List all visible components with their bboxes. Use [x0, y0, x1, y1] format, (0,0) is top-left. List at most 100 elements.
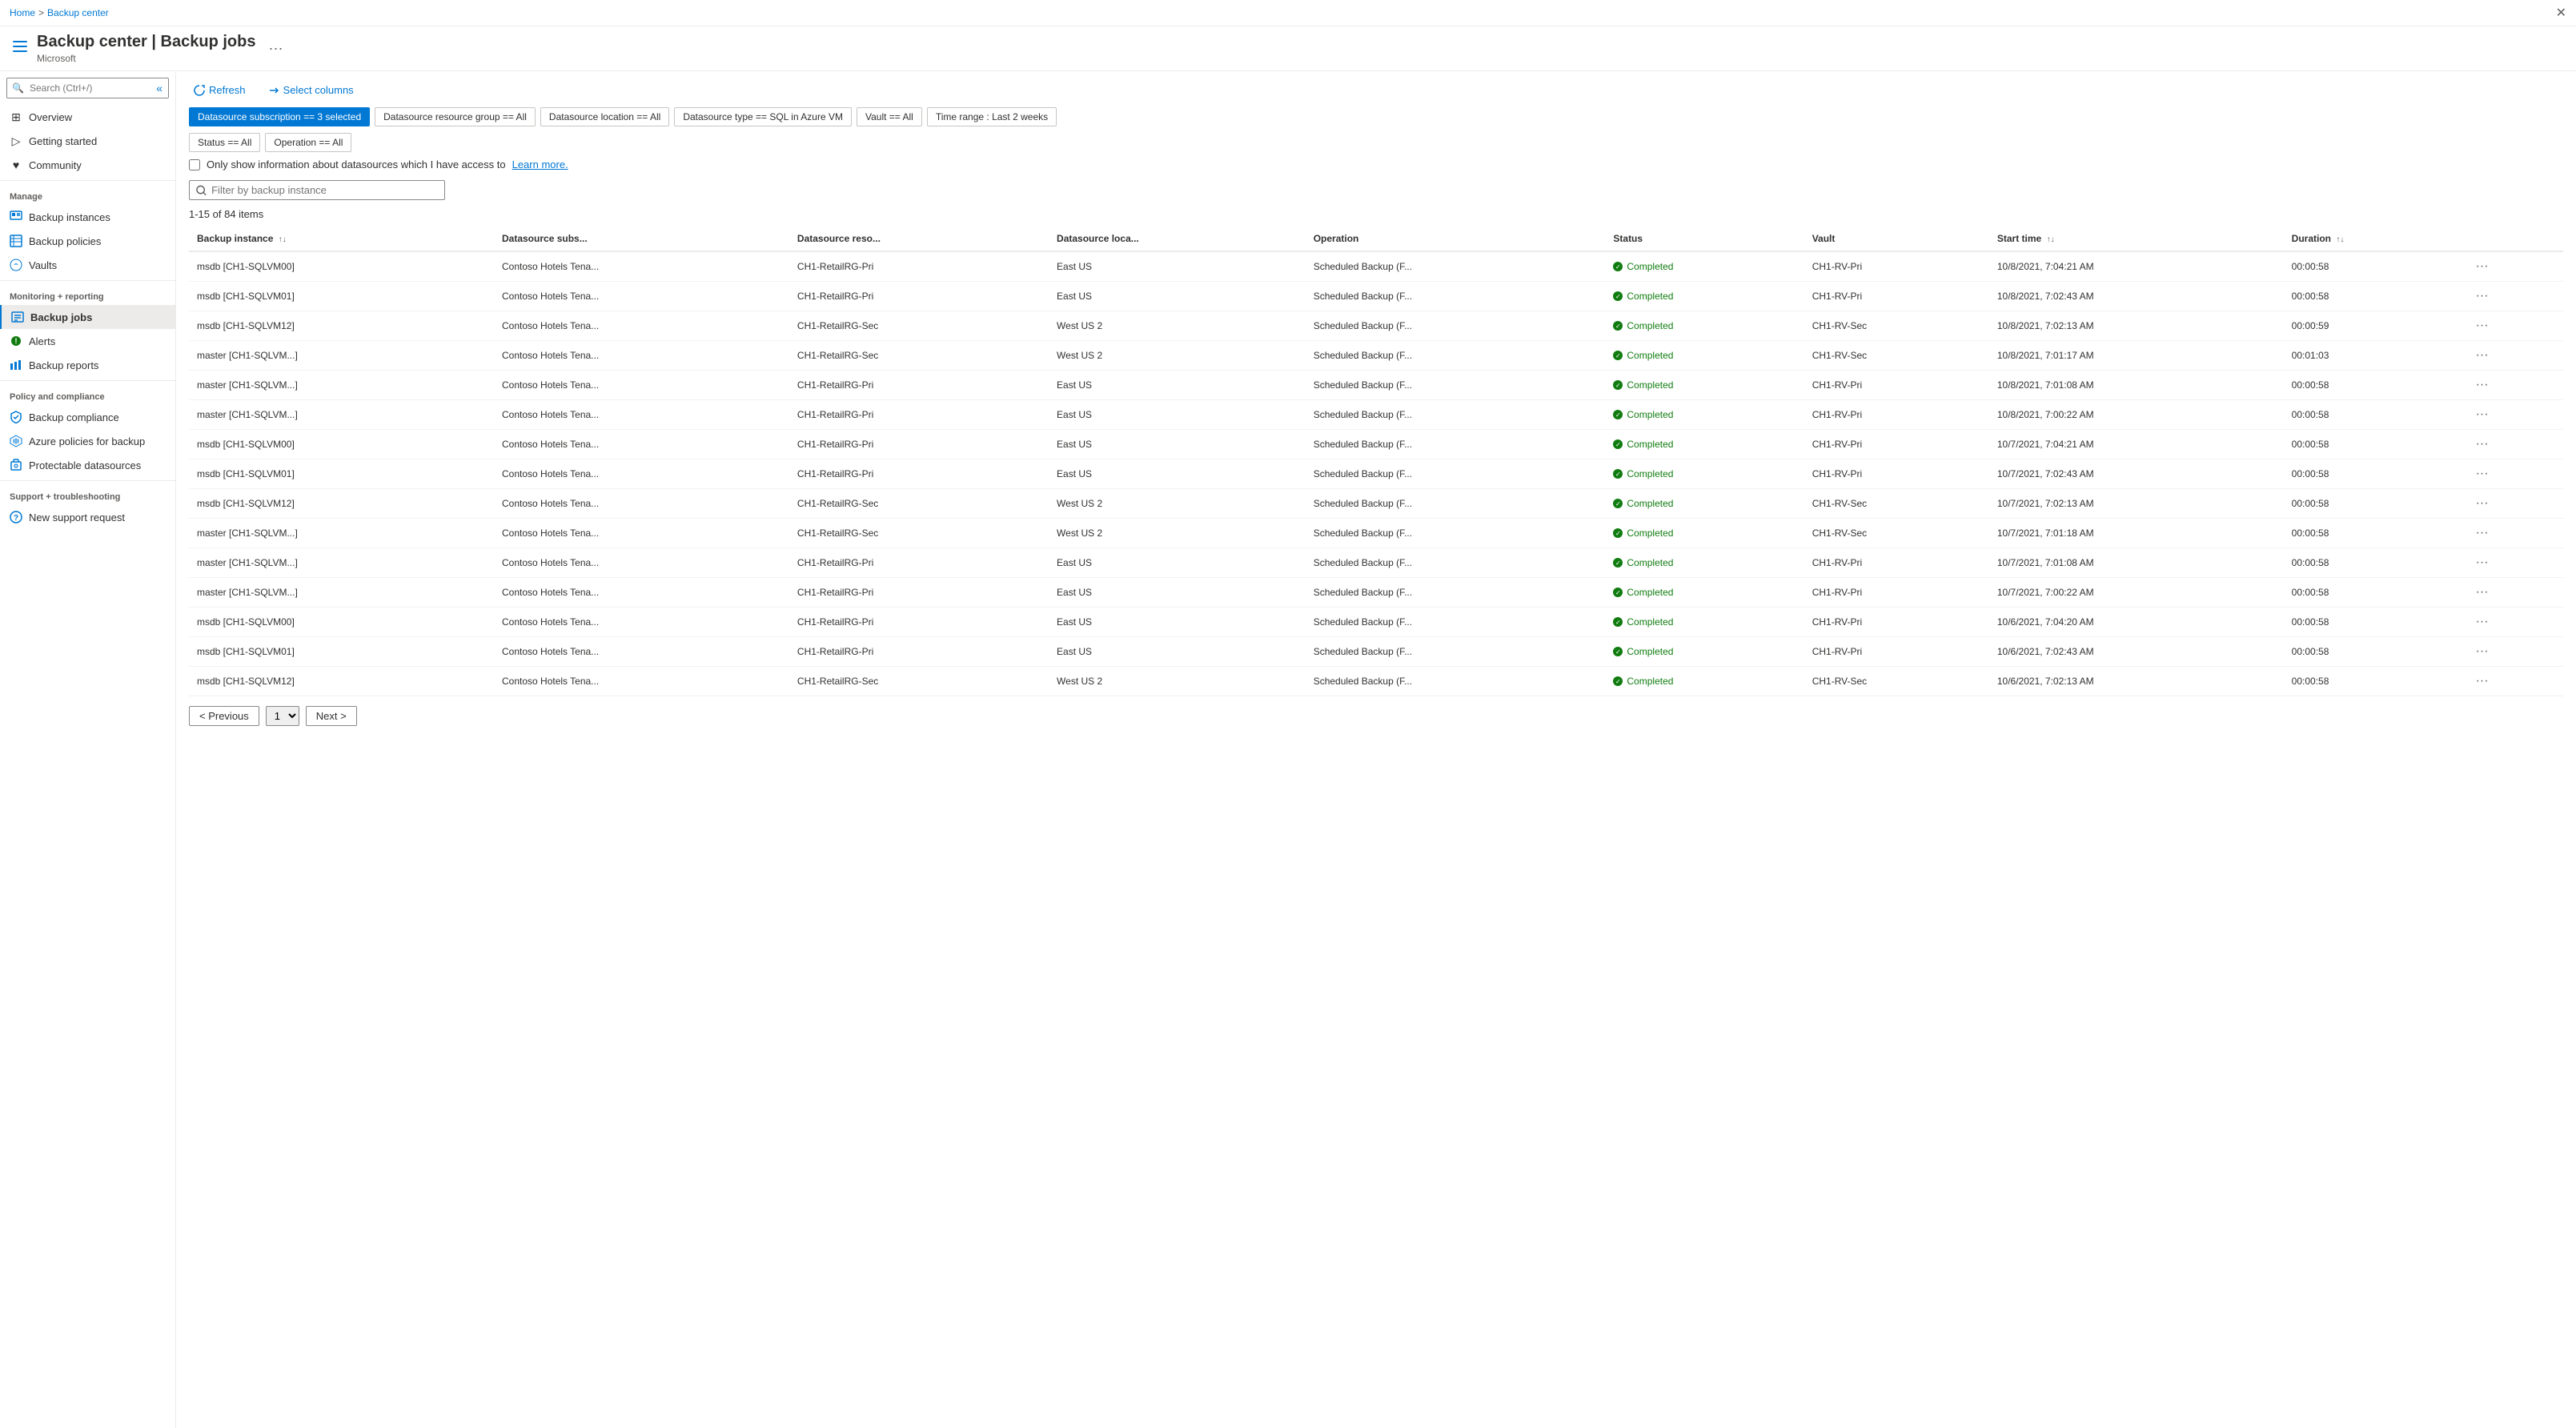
filter-vault[interactable]: Vault == All	[857, 107, 922, 126]
row-more-button[interactable]: ···	[2471, 406, 2494, 423]
col-start-time[interactable]: Start time ↑↓	[1989, 227, 2284, 251]
filter-datasource-subscription[interactable]: Datasource subscription == 3 selected	[189, 107, 370, 126]
filter-datasource-type[interactable]: Datasource type == SQL in Azure VM	[674, 107, 852, 126]
status-completed-dot	[1613, 558, 1623, 568]
cell-status: Completed	[1605, 578, 1804, 608]
cell-duration: 00:00:58	[2284, 430, 2463, 459]
sidebar-item-community[interactable]: ♥ Community	[0, 153, 175, 177]
sidebar-item-overview[interactable]: ⊞ Overview	[0, 105, 175, 129]
sidebar-item-protectable-datasources[interactable]: Protectable datasources	[0, 453, 175, 477]
cell-actions: ···	[2463, 430, 2563, 459]
col-datasource-reso[interactable]: Datasource reso...	[789, 227, 1049, 251]
sidebar: 🔍 « ⊞ Overview ▷ Getting started ♥ Commu…	[0, 71, 176, 1428]
row-more-button[interactable]: ···	[2471, 643, 2494, 660]
row-more-button[interactable]: ···	[2471, 495, 2494, 512]
refresh-button[interactable]: Refresh	[189, 81, 251, 99]
sidebar-item-backup-reports-label: Backup reports	[29, 359, 98, 371]
filter-datasource-resource-group[interactable]: Datasource resource group == All	[375, 107, 536, 126]
hamburger-icon[interactable]	[13, 39, 27, 58]
cell-backup-instance: msdb [CH1-SQLVM12]	[189, 489, 494, 519]
row-more-button[interactable]: ···	[2471, 287, 2494, 305]
new-support-request-icon: ?	[10, 511, 22, 523]
cell-start-time: 10/8/2021, 7:00:22 AM	[1989, 400, 2284, 430]
status-completed-dot	[1613, 262, 1623, 271]
sidebar-item-backup-jobs[interactable]: Backup jobs	[0, 305, 175, 329]
sidebar-item-backup-reports[interactable]: Backup reports	[0, 353, 175, 377]
cell-datasource-loca: East US	[1049, 282, 1306, 311]
status-badge: Completed	[1613, 676, 1796, 687]
col-status[interactable]: Status	[1605, 227, 1804, 251]
sidebar-item-vaults[interactable]: Vaults	[0, 253, 175, 277]
filter-time-range[interactable]: Time range : Last 2 weeks	[927, 107, 1057, 126]
sidebar-item-new-support-request[interactable]: ? New support request	[0, 505, 175, 529]
policy-section-label: Policy and compliance	[0, 384, 175, 405]
sidebar-item-alerts-label: Alerts	[29, 335, 55, 347]
status-completed-dot	[1613, 439, 1623, 449]
row-more-button[interactable]: ···	[2471, 435, 2494, 453]
datasource-access-checkbox[interactable]	[189, 159, 200, 170]
cell-actions: ···	[2463, 400, 2563, 430]
filter-operation[interactable]: Operation == All	[265, 133, 351, 152]
sidebar-item-backup-policies[interactable]: Backup policies	[0, 229, 175, 253]
sidebar-item-azure-policies[interactable]: Azure policies for backup	[0, 429, 175, 453]
learn-more-link[interactable]: Learn more.	[512, 158, 568, 170]
filter-status[interactable]: Status == All	[189, 133, 260, 152]
row-more-button[interactable]: ···	[2471, 524, 2494, 542]
more-options-icon[interactable]: ···	[268, 40, 283, 57]
col-duration[interactable]: Duration ↑↓	[2284, 227, 2463, 251]
close-button[interactable]: ✕	[2556, 5, 2566, 21]
cell-duration: 00:00:58	[2284, 459, 2463, 489]
col-vault[interactable]: Vault	[1804, 227, 1989, 251]
col-operation[interactable]: Operation	[1306, 227, 1606, 251]
table-row: msdb [CH1-SQLVM01] Contoso Hotels Tena..…	[189, 637, 2563, 667]
row-more-button[interactable]: ···	[2471, 554, 2494, 572]
sidebar-item-alerts[interactable]: ! Alerts	[0, 329, 175, 353]
table-wrapper: Backup instance ↑↓ Datasource subs... Da…	[189, 227, 2563, 696]
search-input[interactable]	[6, 78, 169, 98]
row-more-button[interactable]: ···	[2471, 584, 2494, 601]
row-more-button[interactable]: ···	[2471, 317, 2494, 335]
status-completed-dot	[1613, 676, 1623, 686]
breadcrumb: Home > Backup center	[10, 7, 109, 18]
status-completed-dot	[1613, 528, 1623, 538]
row-more-button[interactable]: ···	[2471, 376, 2494, 394]
row-more-button[interactable]: ···	[2471, 258, 2494, 275]
col-datasource-subs[interactable]: Datasource subs...	[494, 227, 789, 251]
collapse-sidebar-button[interactable]: «	[156, 82, 163, 94]
overview-icon: ⊞	[10, 110, 22, 123]
cell-vault: CH1-RV-Pri	[1804, 548, 1989, 578]
next-page-button[interactable]: Next >	[306, 706, 357, 726]
cell-datasource-reso: CH1-RetailRG-Sec	[789, 489, 1049, 519]
row-more-button[interactable]: ···	[2471, 672, 2494, 690]
breadcrumb-home[interactable]: Home	[10, 7, 35, 18]
page-subtitle: Microsoft	[37, 53, 255, 64]
row-more-button[interactable]: ···	[2471, 347, 2494, 364]
cell-datasource-subs: Contoso Hotels Tena...	[494, 578, 789, 608]
page-title: Backup center | Backup jobs	[37, 33, 255, 51]
sort-backup-instance-icon: ↑↓	[279, 235, 287, 244]
col-backup-instance[interactable]: Backup instance ↑↓	[189, 227, 494, 251]
breadcrumb-current[interactable]: Backup center	[47, 7, 109, 18]
sidebar-item-backup-instances[interactable]: Backup instances	[0, 205, 175, 229]
cell-backup-instance: msdb [CH1-SQLVM00]	[189, 430, 494, 459]
col-datasource-loca[interactable]: Datasource loca...	[1049, 227, 1306, 251]
cell-datasource-subs: Contoso Hotels Tena...	[494, 400, 789, 430]
cell-start-time: 10/7/2021, 7:02:43 AM	[1989, 459, 2284, 489]
sidebar-item-overview-label: Overview	[29, 111, 72, 123]
select-columns-button[interactable]: Select columns	[263, 81, 359, 99]
row-more-button[interactable]: ···	[2471, 465, 2494, 483]
filter-input[interactable]	[211, 184, 438, 196]
row-more-button[interactable]: ···	[2471, 613, 2494, 631]
sidebar-item-getting-started[interactable]: ▷ Getting started	[0, 129, 175, 153]
cell-operation: Scheduled Backup (F...	[1306, 548, 1606, 578]
prev-page-button[interactable]: < Previous	[189, 706, 259, 726]
cell-datasource-loca: West US 2	[1049, 311, 1306, 341]
status-badge: Completed	[1613, 616, 1796, 628]
cell-duration: 00:00:58	[2284, 608, 2463, 637]
status-badge: Completed	[1613, 557, 1796, 568]
page-select[interactable]: 1 2 3 4 5 6	[266, 706, 299, 726]
checkbox-row: Only show information about datasources …	[189, 158, 2563, 170]
filter-datasource-location[interactable]: Datasource location == All	[540, 107, 669, 126]
cell-actions: ···	[2463, 578, 2563, 608]
sidebar-item-backup-compliance[interactable]: Backup compliance	[0, 405, 175, 429]
